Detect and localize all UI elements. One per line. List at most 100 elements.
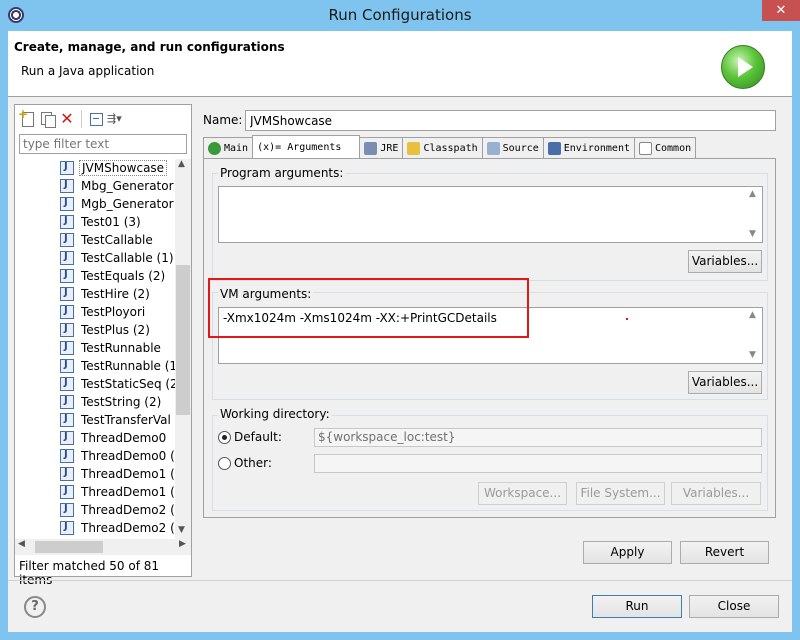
tree-horizontal-scrollbar[interactable]: ◀ ▶ — [15, 539, 191, 555]
filter-menu-icon[interactable]: ⇶▾ — [107, 110, 135, 128]
collapse-all-icon[interactable] — [87, 110, 105, 128]
tab-jre[interactable]: JRE — [359, 137, 404, 159]
tree-item[interactable]: JVMShowcase — [60, 159, 168, 177]
default-label: Default: — [234, 430, 282, 444]
tab-main[interactable]: Main — [203, 137, 254, 159]
scrollbar-thumb[interactable] — [176, 265, 190, 415]
scroll-right-icon[interactable]: ▶ — [179, 539, 186, 549]
toolbar-separator — [81, 110, 82, 128]
jre-tab-icon — [364, 142, 378, 155]
tab-arguments[interactable]: (x)= Arguments — [252, 135, 361, 159]
dialog-header: Create, manage, and run configurations R… — [8, 31, 792, 97]
scroll-up-icon[interactable]: ▲ — [178, 159, 185, 169]
revert-button[interactable]: Revert — [680, 541, 769, 564]
program-variables-button[interactable]: Variables... — [688, 250, 762, 273]
tree-item[interactable]: TestPlus (2) — [60, 321, 152, 339]
tab-environment[interactable]: Environment — [542, 137, 635, 159]
default-radio[interactable] — [218, 431, 231, 444]
name-input[interactable] — [245, 110, 776, 131]
tree-item[interactable]: ThreadDemo1 ( — [60, 483, 175, 501]
tree-item[interactable]: Test01 (3) — [60, 213, 143, 231]
config-tabs: Main (x)= Arguments JRE Classpath Source… — [203, 135, 776, 159]
tree-item[interactable]: Mgb_Generator — [60, 195, 175, 213]
vm-arguments-highlight — [208, 278, 529, 338]
run-icon — [721, 45, 765, 89]
java-application-icon — [60, 359, 74, 373]
java-application-icon — [60, 467, 74, 481]
scroll-down-icon[interactable]: ▼ — [749, 229, 756, 239]
window-title: Run Configurations — [328, 6, 472, 24]
duplicate-configuration-icon[interactable] — [38, 110, 56, 128]
scroll-down-icon[interactable]: ▼ — [749, 350, 756, 360]
tree-item[interactable]: TestHire (2) — [60, 285, 152, 303]
scroll-up-icon[interactable]: ▲ — [749, 310, 756, 320]
scroll-up-icon[interactable]: ▲ — [749, 189, 756, 199]
tab-classpath[interactable]: Classpath — [402, 137, 483, 159]
tree-item-label: TestPloyori — [81, 305, 146, 319]
working-directory-label: Working directory: — [218, 407, 332, 421]
scroll-left-icon[interactable]: ◀ — [18, 539, 25, 549]
tree-item-label: TestPlus (2) — [81, 323, 150, 337]
working-variables-button[interactable]: Variables... — [671, 482, 761, 505]
java-application-icon — [60, 287, 74, 301]
tree-item[interactable]: ThreadDemo2 ( — [60, 519, 175, 537]
file-system-button[interactable]: File System... — [576, 482, 665, 505]
tab-common[interactable]: Common — [634, 137, 697, 159]
header-subtitle: Run a Java application — [21, 64, 155, 78]
scrollbar-thumb[interactable] — [35, 541, 103, 553]
java-application-icon — [60, 413, 74, 427]
java-application-icon — [60, 197, 74, 211]
tree-item[interactable]: TestEquals (2) — [60, 267, 167, 285]
arguments-tab-panel: Program arguments: ▲ ▼ Variables... VM a… — [203, 158, 776, 518]
help-icon[interactable]: ? — [24, 596, 46, 618]
window-close-button[interactable]: ✕ — [762, 0, 800, 21]
java-application-icon — [60, 179, 74, 193]
tree-item[interactable]: TestPloyori — [60, 303, 147, 321]
program-arguments-label: Program arguments: — [218, 166, 346, 180]
tree-item[interactable]: TestString (2) — [60, 393, 163, 411]
tab-source-label: Source — [502, 143, 539, 154]
tree-item-label: TestRunnable — [81, 341, 161, 355]
tree-item-label: Test01 (3) — [81, 215, 141, 229]
java-application-icon — [60, 341, 74, 355]
tree-item[interactable]: TestStaticSeq (2 — [60, 375, 175, 393]
annotation-dot — [626, 318, 628, 320]
filter-input[interactable] — [19, 134, 187, 154]
tree-item[interactable]: Mbg_Generator — [60, 177, 175, 195]
tab-environment-label: Environment — [563, 143, 630, 154]
apply-button[interactable]: Apply — [583, 541, 672, 564]
tree-item[interactable]: TestRunnable (1 — [60, 357, 175, 375]
vm-variables-button[interactable]: Variables... — [688, 371, 762, 394]
tree-item[interactable]: TestRunnable — [60, 339, 163, 357]
tree-vertical-scrollbar[interactable]: ▲ ▼ — [175, 159, 191, 539]
java-application-icon — [60, 377, 74, 391]
tree-item[interactable]: TestCallable — [60, 231, 155, 249]
tree-item-label: ThreadDemo0 ( — [81, 449, 175, 463]
other-directory-field — [314, 454, 762, 473]
run-configurations-window: Run Configurations ✕ Create, manage, and… — [0, 0, 800, 640]
close-button[interactable]: Close — [689, 595, 779, 618]
tree-item[interactable]: TestTransferVal — [60, 411, 173, 429]
new-configuration-icon[interactable] — [18, 107, 36, 128]
tree-item[interactable]: ThreadDemo2 ( — [60, 501, 175, 519]
java-application-icon — [60, 449, 74, 463]
other-radio[interactable] — [218, 457, 231, 470]
tree-item[interactable]: TestCallable (1) — [60, 249, 175, 267]
java-application-icon — [60, 323, 74, 337]
tree-item[interactable]: ThreadDemo1 ( — [60, 465, 175, 483]
java-application-icon — [60, 233, 74, 247]
tree-item[interactable]: ThreadDemo0 ( — [60, 447, 175, 465]
tab-source[interactable]: Source — [481, 137, 544, 159]
tree-item-label: Mbg_Generator — [81, 179, 174, 193]
scroll-down-icon[interactable]: ▼ — [178, 525, 185, 535]
tree-item[interactable]: ThreadDemo0 — [60, 429, 168, 447]
tree-item-label: TestTransferVal — [81, 413, 171, 427]
workspace-button[interactable]: Workspace... — [478, 482, 567, 505]
vm-arguments-scrollbar[interactable]: ▲ ▼ — [746, 308, 762, 363]
run-button[interactable]: Run — [592, 595, 682, 618]
delete-configuration-icon[interactable]: ✕ — [58, 110, 76, 128]
program-arguments-scrollbar[interactable]: ▲ ▼ — [746, 187, 762, 242]
environment-tab-icon — [547, 142, 561, 155]
footer-separator — [8, 580, 792, 581]
program-arguments-input[interactable]: ▲ ▼ — [218, 186, 763, 243]
